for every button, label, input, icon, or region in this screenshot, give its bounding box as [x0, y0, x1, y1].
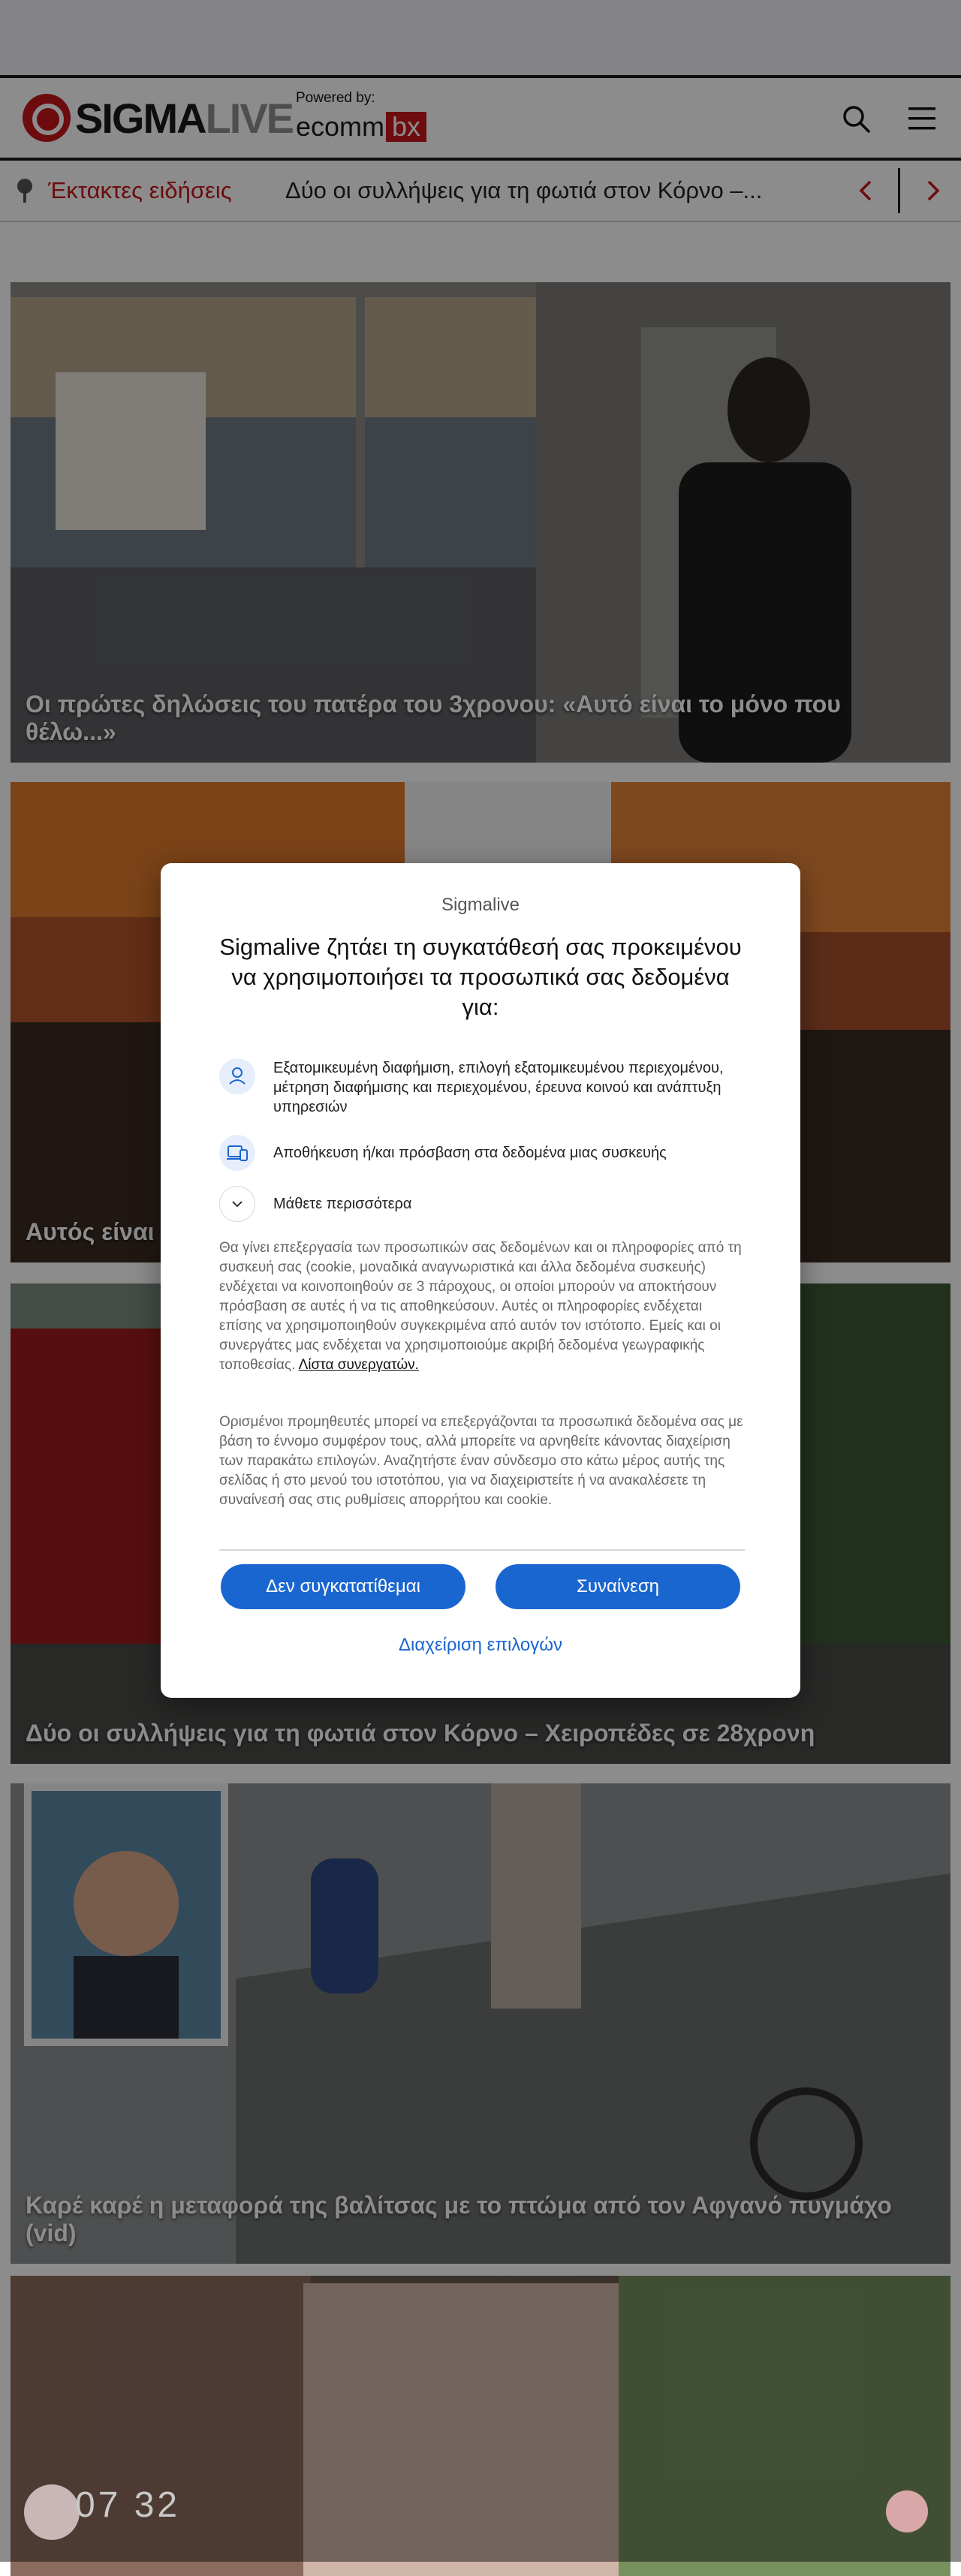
- consent-site-name: Sigmalive: [441, 895, 520, 915]
- learn-more-label[interactable]: Μάθετε περισσότερα: [273, 1194, 411, 1214]
- consent-dialog: Sigmalive Sigmalive ζητάει τη συγκατάθεσ…: [161, 863, 800, 1698]
- purpose-item: Εξατομικευμένη διαφήμιση, επιλογή εξατομ…: [219, 1058, 745, 1117]
- consent-body-text: Θα γίνει επεξεργασία των προσωπικών σας …: [219, 1240, 742, 1373]
- partners-list-link[interactable]: Λίστα συνεργατών.: [299, 1357, 419, 1373]
- scroll-top-icon[interactable]: [886, 2490, 928, 2532]
- consent-title: Sigmalive ζητάει τη συγκατάθεσή σας προκ…: [219, 934, 742, 1020]
- accept-button[interactable]: Συναίνεση: [496, 1564, 740, 1609]
- manage-options-link[interactable]: Διαχείριση επιλογών: [161, 1635, 800, 1656]
- chevron-down-icon[interactable]: [219, 1186, 255, 1222]
- purpose-text: Αποθήκευση ή/και πρόσβαση στα δεδομένα μ…: [273, 1145, 667, 1161]
- purpose-item: Αποθήκευση ή/και πρόσβαση στα δεδομένα μ…: [219, 1135, 745, 1171]
- person-icon: [219, 1058, 255, 1094]
- widget-digits: 07 32: [75, 2485, 181, 2525]
- consent-divider: [219, 1549, 745, 1551]
- devices-icon: [219, 1135, 255, 1171]
- consent-legitimate-interest-text: Ορισμένοι προμηθευτές μπορεί να επεξεργά…: [219, 1414, 743, 1508]
- decline-button[interactable]: Δεν συγκατατίθεμαι: [221, 1564, 465, 1609]
- purpose-text: Εξατομικευμένη διαφήμιση, επιλογή εξατομ…: [273, 1060, 724, 1115]
- learn-more-toggle[interactable]: Μάθετε περισσότερα: [219, 1186, 745, 1222]
- cookie-settings-icon[interactable]: [24, 2484, 80, 2540]
